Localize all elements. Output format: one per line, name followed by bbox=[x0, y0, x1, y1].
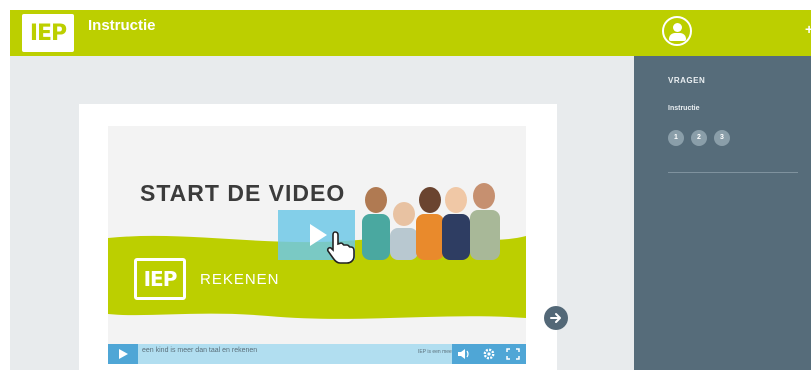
sidebar-section-instructie[interactable]: Instructie bbox=[668, 105, 700, 112]
content-card: START DE VIDEO IEP REKENEN een kind is m… bbox=[79, 104, 557, 370]
main-content: START DE VIDEO IEP REKENEN een kind is m… bbox=[10, 56, 634, 370]
iep-logo: IEP bbox=[22, 14, 74, 52]
question-1[interactable]: 1 bbox=[668, 130, 684, 146]
play-icon[interactable] bbox=[108, 344, 138, 364]
cursor-hand-icon bbox=[326, 231, 355, 264]
volume-icon[interactable] bbox=[456, 347, 472, 361]
fullscreen-icon[interactable] bbox=[505, 347, 521, 361]
page-title: Instructie bbox=[88, 17, 156, 34]
user-icon[interactable] bbox=[662, 16, 692, 46]
logo-text: IEP bbox=[29, 20, 67, 46]
brand-logo-text: IEP bbox=[143, 267, 178, 291]
settings-icon[interactable] bbox=[481, 347, 497, 361]
question-2[interactable]: 2 bbox=[691, 130, 707, 146]
sidebar-heading: VRAGEN bbox=[668, 76, 706, 85]
top-bar: IEP Instructie + bbox=[10, 10, 811, 56]
video-headline: START DE VIDEO bbox=[140, 180, 346, 206]
question-3[interactable]: 3 bbox=[714, 130, 730, 146]
video-caption: een kind is meer dan taal en rekenen bbox=[142, 347, 258, 354]
sidebar-divider bbox=[668, 172, 798, 173]
video-caption-right: IEP is een mee bbox=[418, 349, 452, 355]
questions-sidebar: VRAGEN Instructie 1 2 3 bbox=[634, 56, 811, 370]
children-photo bbox=[362, 183, 500, 260]
menu-icon-partial[interactable]: + bbox=[805, 21, 811, 37]
video-player[interactable]: START DE VIDEO IEP REKENEN een kind is m… bbox=[108, 126, 526, 364]
iep-rekenen-logo: IEP bbox=[134, 258, 186, 300]
arrow-right-icon[interactable] bbox=[544, 306, 568, 330]
video-controls: een kind is meer dan taal en rekenen IEP… bbox=[108, 344, 526, 364]
control-cluster bbox=[452, 344, 526, 364]
user-icon-head bbox=[673, 23, 682, 32]
user-icon-body bbox=[669, 33, 686, 41]
brand-word: REKENEN bbox=[200, 271, 280, 288]
